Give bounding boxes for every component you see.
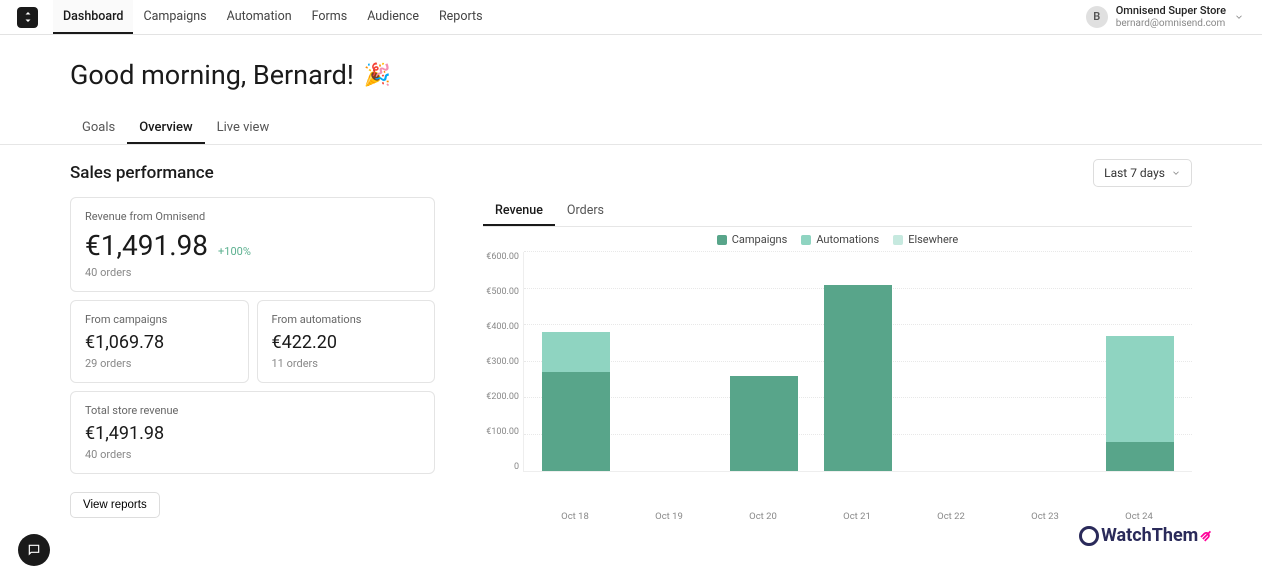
x-tick: Oct 21	[823, 511, 891, 522]
watermark-text: WatchThem	[1101, 525, 1198, 546]
y-tick: €500.00	[486, 287, 519, 297]
account-email: bernard@omnisend.com	[1116, 18, 1226, 30]
view-reports-button[interactable]: View reports	[70, 492, 160, 518]
legend-label: Campaigns	[732, 233, 788, 246]
legend-label: Automations	[816, 233, 879, 246]
account-menu[interactable]: B Omnisend Super Store bernard@omnisend.…	[1086, 5, 1252, 29]
bar-oct-20[interactable]	[730, 252, 798, 471]
greeting: Good morning, Bernard! 🎉	[0, 35, 1262, 103]
x-tick: Oct 18	[541, 511, 609, 522]
card-from-campaigns: From campaigns €1,069.78 29 orders	[70, 300, 249, 383]
nav-audience[interactable]: Audience	[357, 0, 429, 34]
chat-icon	[27, 543, 41, 557]
account-text: Omnisend Super Store bernard@omnisend.co…	[1116, 5, 1226, 29]
chart-area: €600.00 €500.00 €400.00 €300.00 €200.00 €100.…	[483, 252, 1192, 507]
subtab-overview[interactable]: Overview	[127, 113, 204, 144]
section-title: Sales performance	[70, 163, 214, 183]
metric-cards: Revenue from Omnisend €1,491.98 +100% 40…	[70, 197, 435, 522]
bar-oct-22[interactable]	[918, 252, 986, 471]
bar-seg-automations	[1106, 336, 1174, 442]
rss-icon: ⋔	[1196, 526, 1216, 546]
y-tick: 0	[514, 462, 519, 472]
nav-dashboard[interactable]: Dashboard	[53, 0, 133, 34]
swatch-icon	[717, 235, 727, 245]
legend-campaigns: Campaigns	[717, 233, 788, 246]
card-sub: 40 orders	[85, 266, 420, 279]
y-axis: €600.00 €500.00 €400.00 €300.00 €200.00 €100.…	[483, 252, 523, 472]
avatar: B	[1086, 6, 1108, 28]
nav-campaigns[interactable]: Campaigns	[133, 0, 216, 34]
watermark-icon	[1079, 526, 1099, 546]
greeting-text: Good morning, Bernard!	[70, 59, 354, 91]
chevron-down-icon	[1234, 12, 1244, 22]
legend-elsewhere: Elsewhere	[893, 233, 958, 246]
swatch-icon	[893, 235, 903, 245]
card-sub: 11 orders	[272, 357, 421, 370]
card-label: From automations	[272, 313, 421, 326]
card-sub: 40 orders	[85, 448, 420, 461]
x-tick: Oct 20	[729, 511, 797, 522]
bar-seg-campaigns	[824, 285, 892, 471]
logo-icon	[22, 11, 34, 23]
bar-oct-19[interactable]	[636, 252, 704, 471]
card-total-store-revenue: Total store revenue €1,491.98 40 orders	[70, 391, 435, 474]
chat-button[interactable]	[18, 534, 50, 566]
subtab-live-view[interactable]: Live view	[205, 113, 282, 144]
card-value: €422.20	[272, 332, 421, 353]
bar-oct-18[interactable]	[542, 252, 610, 471]
main: Revenue from Omnisend €1,491.98 +100% 40…	[0, 197, 1262, 522]
party-icon: 🎉	[364, 63, 391, 88]
bar-seg-campaigns	[1106, 442, 1174, 471]
chart-legend: Campaigns Automations Elsewhere	[483, 227, 1192, 252]
period-label: Last 7 days	[1104, 166, 1165, 180]
bar-oct-24[interactable]	[1106, 252, 1174, 471]
x-tick: Oct 23	[1011, 511, 1079, 522]
nav-automation[interactable]: Automation	[217, 0, 302, 34]
legend-label: Elsewhere	[908, 233, 958, 246]
watermark: WatchThem ⋔	[1079, 525, 1212, 546]
period-select[interactable]: Last 7 days	[1093, 159, 1192, 187]
main-nav: Dashboard Campaigns Automation Forms Aud…	[53, 0, 493, 34]
x-axis: Oct 18 Oct 19 Oct 20 Oct 21 Oct 22 Oct 23 Oct …	[483, 507, 1192, 522]
card-delta: +100%	[218, 245, 251, 258]
y-tick: €100.00	[486, 427, 519, 437]
card-value: €1,069.78	[85, 332, 234, 353]
account-name: Omnisend Super Store	[1116, 5, 1226, 18]
section-header: Sales performance Last 7 days	[0, 145, 1262, 197]
x-tick: Oct 19	[635, 511, 703, 522]
card-value: €1,491.98	[85, 229, 208, 262]
nav-reports[interactable]: Reports	[429, 0, 493, 34]
chart-tabs: Revenue Orders	[483, 197, 1192, 227]
bar-oct-23[interactable]	[1012, 252, 1080, 471]
bar-seg-campaigns	[542, 372, 610, 471]
y-tick: €600.00	[486, 252, 519, 262]
legend-automations: Automations	[801, 233, 879, 246]
chart-panel: Revenue Orders Campaigns Automations Els…	[483, 197, 1192, 522]
card-label: Revenue from Omnisend	[85, 210, 420, 223]
chevron-down-icon	[1171, 168, 1181, 178]
dashboard-subtabs: Goals Overview Live view	[0, 103, 1262, 145]
card-label: From campaigns	[85, 313, 234, 326]
x-tick: Oct 22	[917, 511, 985, 522]
card-sub: 29 orders	[85, 357, 234, 370]
card-value: €1,491.98	[85, 423, 420, 444]
app-logo[interactable]	[17, 7, 38, 28]
chart-tab-orders[interactable]: Orders	[555, 197, 616, 226]
bar-oct-21[interactable]	[824, 252, 892, 471]
subtab-goals[interactable]: Goals	[70, 113, 127, 144]
swatch-icon	[801, 235, 811, 245]
y-tick: €400.00	[486, 322, 519, 332]
y-tick: €200.00	[486, 392, 519, 402]
bar-seg-campaigns	[730, 376, 798, 471]
card-from-automations: From automations €422.20 11 orders	[257, 300, 436, 383]
chart-tab-revenue[interactable]: Revenue	[483, 197, 555, 226]
x-tick: Oct 24	[1105, 511, 1173, 522]
bar-seg-automations	[542, 332, 610, 372]
nav-forms[interactable]: Forms	[302, 0, 358, 34]
card-label: Total store revenue	[85, 404, 420, 417]
plot	[523, 252, 1192, 472]
y-tick: €300.00	[486, 357, 519, 367]
card-revenue-omnisend: Revenue from Omnisend €1,491.98 +100% 40…	[70, 197, 435, 292]
app-header: Dashboard Campaigns Automation Forms Aud…	[0, 0, 1262, 35]
